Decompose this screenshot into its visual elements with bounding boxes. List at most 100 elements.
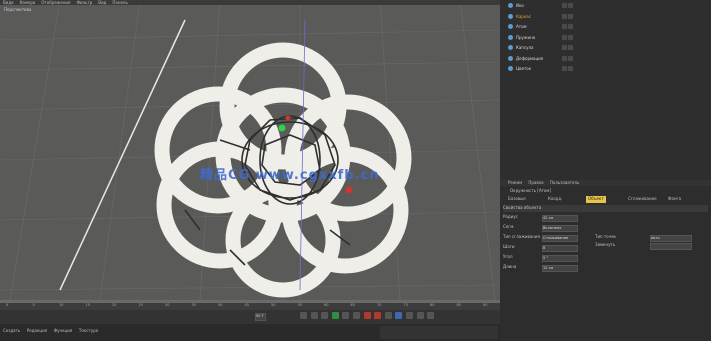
- timeline-tick-label: 20: [112, 303, 117, 307]
- attr-value-field[interactable]: [650, 243, 692, 250]
- play-button[interactable]: [331, 312, 339, 319]
- object-manager: Ико Каркас Атом Пружина Капсула Деформация Цве…: [500, 0, 711, 180]
- attr-value-field[interactable]: 12 см: [542, 265, 578, 272]
- menu-filter[interactable]: Фильтр: [76, 0, 92, 5]
- tab-mode[interactable]: Режим: [508, 180, 522, 185]
- next-key-button[interactable]: [342, 312, 350, 319]
- play-back-button[interactable]: [321, 312, 329, 319]
- attr-label: Радиус: [503, 214, 518, 219]
- record-button[interactable]: [363, 312, 371, 319]
- object-name: Цветок: [516, 66, 532, 71]
- first-frame-button[interactable]: [300, 312, 307, 319]
- attr-label: Тип сглаживания: [503, 234, 540, 239]
- viewport-camera-label: Перспектива: [4, 7, 32, 12]
- last-frame-button[interactable]: [352, 312, 360, 319]
- prev-key-button[interactable]: [310, 312, 318, 319]
- visibility-toggle[interactable]: [562, 66, 567, 71]
- object-type-icon: [508, 34, 513, 40]
- autokey-button[interactable]: [374, 312, 382, 319]
- section-title: Свойства объекта: [503, 205, 708, 212]
- attr-value-field[interactable]: 8: [542, 245, 578, 252]
- enable-toggle[interactable]: [568, 34, 573, 40]
- object-type-icon: [508, 24, 513, 29]
- pla-key-button[interactable]: [427, 312, 435, 319]
- attr-top-tabs: Режим Правка Пользователь: [500, 180, 711, 186]
- timeline-tick-label: 80: [430, 303, 435, 307]
- attr-subtab[interactable]: Объект: [586, 196, 606, 203]
- menu-display[interactable]: Отображение: [41, 0, 70, 5]
- scale-key-button[interactable]: [405, 312, 413, 319]
- keyframe-button[interactable]: [384, 312, 392, 319]
- enable-toggle[interactable]: [568, 55, 573, 61]
- tab-edit[interactable]: Редакция: [27, 328, 47, 333]
- timeline-tick-label: 45: [244, 303, 249, 307]
- attr-value-field[interactable]: 5 °: [542, 255, 578, 262]
- object-row[interactable]: Каркас: [500, 13, 711, 21]
- attr-label: Сегм.: [503, 224, 515, 229]
- attr-value-field[interactable]: Включено: [542, 225, 578, 232]
- object-row[interactable]: Ико: [500, 2, 711, 10]
- attr-value-field[interactable]: Сглаживание: [542, 235, 578, 242]
- frame-field[interactable]: 90 F: [255, 313, 266, 321]
- tab-create[interactable]: Создать: [3, 328, 20, 333]
- 3d-viewport[interactable]: [0, 0, 500, 300]
- tab-user[interactable]: Пользователь: [550, 180, 579, 185]
- enable-toggle[interactable]: [568, 24, 573, 29]
- timeline-tick-label: 60: [324, 303, 329, 307]
- timeline-tick-label: 30: [165, 303, 170, 307]
- tab-texture[interactable]: Текстура: [79, 328, 98, 333]
- tab-function[interactable]: Функция: [54, 328, 73, 333]
- object-type-icon: [508, 45, 513, 50]
- visibility-toggle[interactable]: [562, 45, 567, 50]
- axis-handle-y: [278, 124, 286, 132]
- enable-toggle[interactable]: [568, 45, 573, 50]
- attr-subtab[interactable]: Коорд.: [546, 196, 564, 203]
- param-key-button[interactable]: [416, 312, 424, 319]
- visibility-toggle[interactable]: [562, 3, 567, 8]
- object-row[interactable]: Атом: [500, 23, 711, 31]
- rotate-key-button[interactable]: [395, 312, 403, 319]
- enable-toggle[interactable]: [568, 66, 573, 71]
- attr-label: Шаги: [503, 244, 515, 249]
- playback-controls: [300, 312, 436, 319]
- viewport-scene: [0, 0, 500, 300]
- object-name: Атом: [516, 24, 527, 29]
- visibility-toggle[interactable]: [562, 55, 567, 61]
- axis-handle-x: [345, 186, 353, 194]
- enable-toggle[interactable]: [568, 3, 573, 8]
- timeline-tick-label: 0: [6, 303, 9, 307]
- object-type-icon: [508, 13, 513, 19]
- transport-bar: 90 F: [0, 310, 500, 324]
- timeline-ruler[interactable]: 0 5 10 15 20 25 30 35 40 45 50 55 60 65 70 75 80 85 90: [0, 300, 500, 310]
- timeline-tick-label: 70: [377, 303, 382, 307]
- attr-subtab[interactable]: Базовые: [506, 196, 528, 203]
- object-row[interactable]: Капсула: [500, 44, 711, 52]
- timeline-tick-label: 75: [403, 303, 408, 307]
- object-name: Ико: [516, 3, 524, 8]
- object-row[interactable]: Пружина: [500, 34, 711, 42]
- visibility-toggle[interactable]: [562, 34, 567, 40]
- object-row[interactable]: Деформация: [500, 55, 711, 63]
- menu-panel-view[interactable]: Вид: [98, 0, 106, 5]
- visibility-toggle[interactable]: [562, 13, 567, 19]
- timeline-tick-label: 15: [85, 303, 90, 307]
- visibility-toggle[interactable]: [562, 24, 567, 29]
- menu-panel[interactable]: Панель: [112, 0, 127, 5]
- tab-edit-attr[interactable]: Правка: [528, 180, 543, 185]
- timeline-tick-label: 85: [456, 303, 461, 307]
- attr-value-field[interactable]: Авто: [650, 235, 692, 242]
- timeline-tick-label: 40: [218, 303, 223, 307]
- timeline-tick-label: 10: [59, 303, 64, 307]
- attr-label: Угол: [503, 254, 513, 259]
- attr-subtab[interactable]: Фонга: [666, 196, 683, 203]
- object-row[interactable]: Цветок: [500, 65, 711, 73]
- attr-label: Тип точек: [595, 234, 616, 239]
- object-name: Каркас: [516, 13, 531, 19]
- timeline-tick-label: 90: [483, 303, 488, 307]
- attr-value-field[interactable]: 42 см: [542, 215, 578, 222]
- attr-subtab[interactable]: Сглаживание: [626, 196, 659, 203]
- menu-view[interactable]: Вида: [3, 0, 14, 5]
- enable-toggle[interactable]: [568, 13, 573, 19]
- timeline-tick-label: 25: [138, 303, 143, 307]
- menu-camera[interactable]: Камера: [20, 0, 36, 5]
